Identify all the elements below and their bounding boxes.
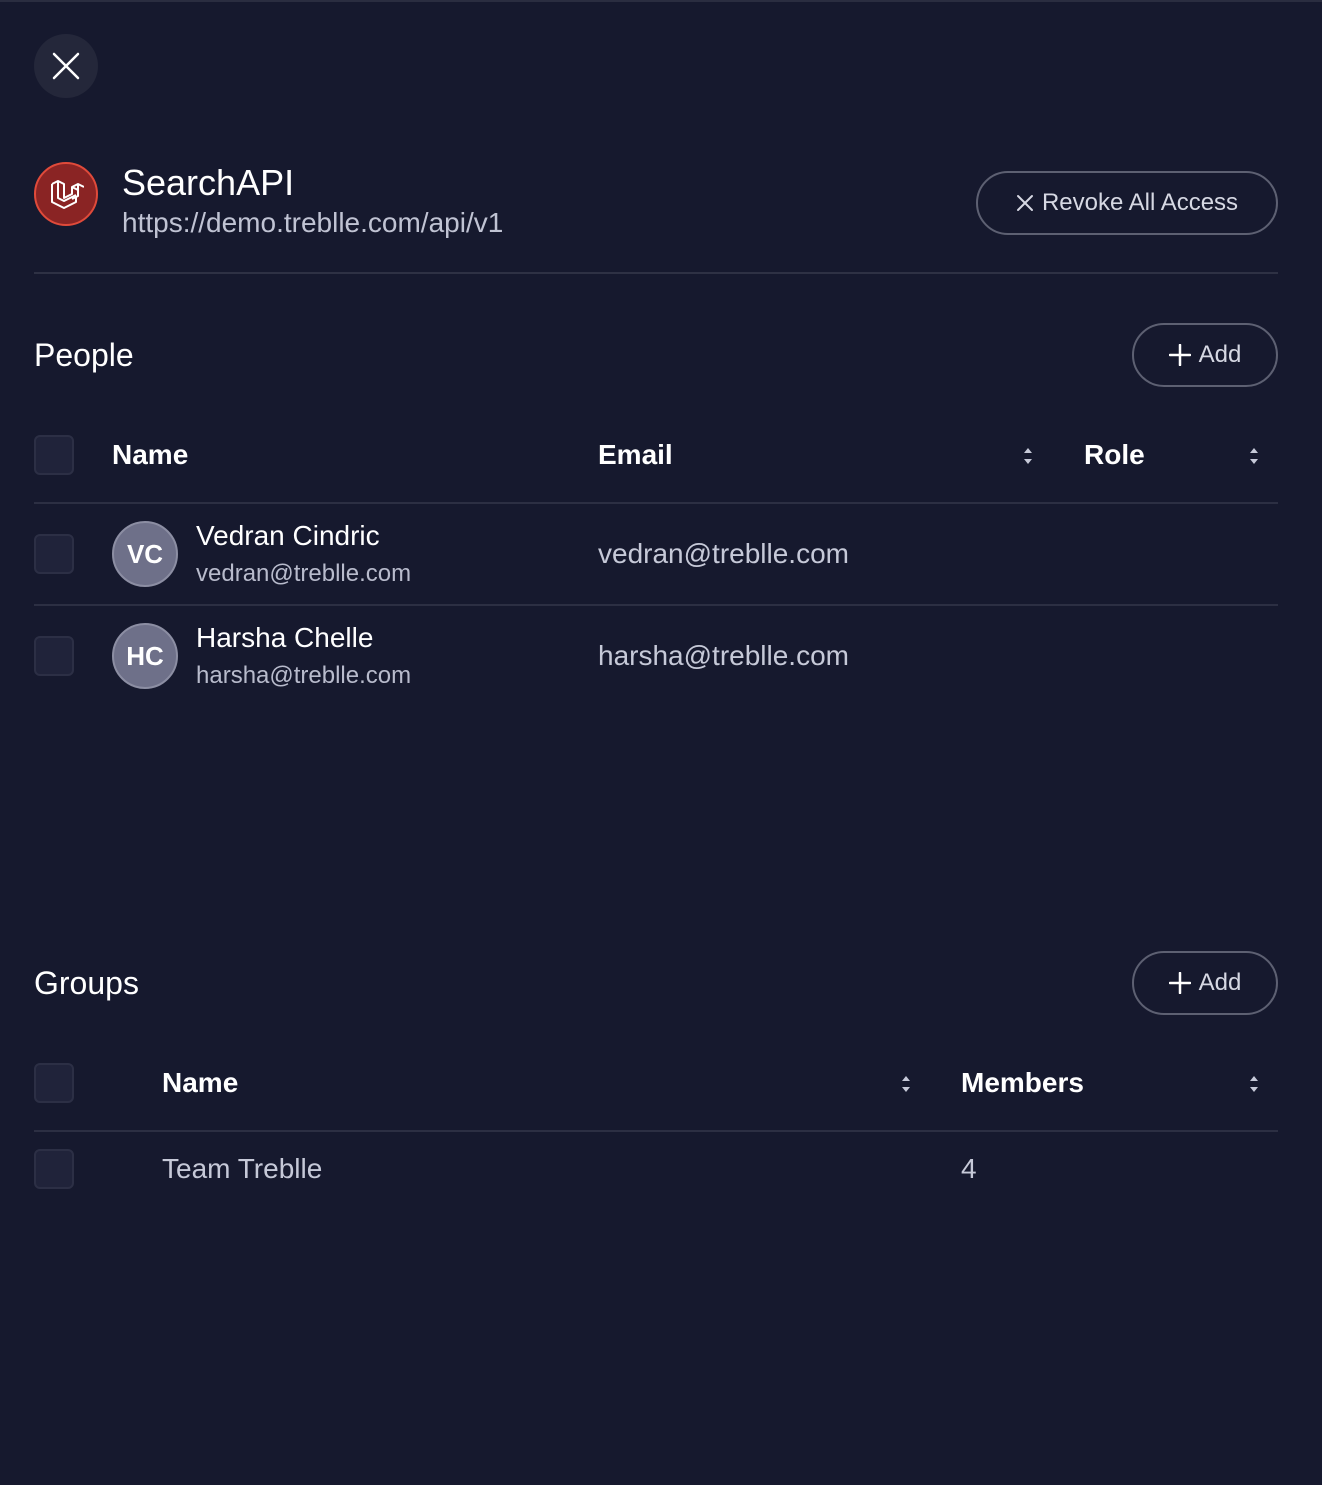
people-header-divider — [34, 502, 1278, 504]
people-col-role[interactable]: Role — [1084, 438, 1145, 472]
groups-title: Groups — [34, 965, 139, 1001]
add-group-label: Add — [1198, 969, 1242, 996]
row-checkbox[interactable] — [34, 1149, 74, 1189]
sort-icon[interactable] — [900, 1074, 912, 1094]
x-icon — [1016, 195, 1033, 211]
avatar: VC — [112, 521, 178, 587]
person-name: Harsha Chelle — [196, 622, 374, 653]
plus-icon — [1168, 972, 1191, 994]
add-person-button[interactable]: Add — [1132, 323, 1278, 387]
person-email: vedran@treblle.com — [598, 538, 849, 569]
access-panel: SearchAPI https://demo.treblle.com/api/v… — [0, 0, 1322, 1485]
group-members-count: 4 — [961, 1153, 977, 1184]
api-header: SearchAPI https://demo.treblle.com/api/v… — [34, 162, 1278, 242]
people-col-email[interactable]: Email — [598, 438, 673, 472]
row-divider — [34, 604, 1278, 606]
close-button[interactable] — [34, 34, 98, 98]
add-group-button[interactable]: Add — [1132, 951, 1278, 1015]
sort-icon[interactable] — [1022, 446, 1034, 466]
header-divider — [34, 272, 1278, 274]
row-checkbox[interactable] — [34, 534, 74, 574]
groups-col-name[interactable]: Name — [162, 1066, 238, 1100]
plus-icon — [1168, 344, 1191, 366]
groups-col-members[interactable]: Members — [961, 1066, 1084, 1100]
close-icon — [52, 52, 80, 80]
laravel-logo-icon — [51, 180, 84, 209]
api-name: SearchAPI — [122, 162, 295, 203]
person-sub-email: harsha@treblle.com — [196, 662, 412, 689]
people-col-name: Name — [112, 439, 189, 470]
people-title: People — [34, 337, 134, 373]
group-name: Team Treblle — [162, 1153, 323, 1184]
select-all-people-checkbox[interactable] — [34, 435, 74, 475]
person-email: harsha@treblle.com — [598, 640, 849, 671]
groups-header-divider — [34, 1130, 1278, 1132]
revoke-all-access-button[interactable]: Revoke All Access — [976, 171, 1278, 235]
revoke-label: Revoke All Access — [1041, 189, 1239, 216]
sort-icon[interactable] — [1248, 446, 1260, 466]
person-name: Vedran Cindric — [196, 520, 380, 551]
api-logo — [34, 162, 98, 226]
api-url: https://demo.treblle.com/api/v1 — [122, 207, 504, 238]
row-checkbox[interactable] — [34, 636, 74, 676]
person-sub-email: vedran@treblle.com — [196, 560, 412, 587]
select-all-groups-checkbox[interactable] — [34, 1063, 74, 1103]
avatar: HC — [112, 623, 178, 689]
sort-icon[interactable] — [1248, 1074, 1260, 1094]
add-person-label: Add — [1198, 341, 1242, 368]
